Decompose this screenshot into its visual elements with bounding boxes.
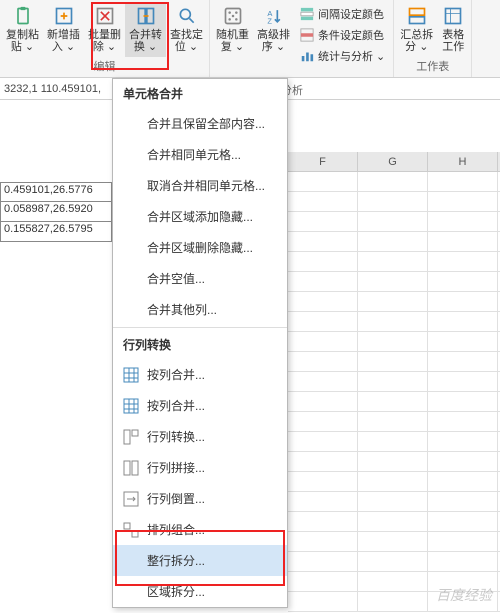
menu-item-merge-add-hidden[interactable]: 合并区域添加隐藏... bbox=[113, 201, 287, 232]
sheet-tools-button[interactable]: 表格工作 bbox=[437, 2, 469, 57]
find-locate-button[interactable]: 查找定位 ⌄ bbox=[166, 2, 207, 57]
button-label: 查找定位 ⌄ bbox=[170, 29, 203, 53]
button-label: 随机重复 ⌄ bbox=[216, 29, 249, 53]
data-cell[interactable]: 0.459101,26.5776 bbox=[0, 182, 112, 202]
menu-item-row-split[interactable]: 整行拆分... bbox=[113, 545, 287, 576]
sort-icon: AZ bbox=[263, 5, 285, 27]
menu-item-rowcol-convert[interactable]: 行列转换... bbox=[113, 421, 287, 452]
delete-button[interactable]: 批量删除 ⌄ bbox=[84, 2, 125, 57]
menu-item-label: 合并其他列... bbox=[147, 301, 217, 318]
button-label: 高级排序 ⌄ bbox=[257, 29, 290, 53]
menu-item-label: 合并且保留全部内容... bbox=[147, 115, 265, 132]
condition-color-button[interactable]: 条件设定颜色 bbox=[296, 25, 389, 45]
delete-icon bbox=[94, 5, 116, 27]
menu-item-label: 取消合并相同单元格... bbox=[147, 177, 265, 194]
grid-color-icon bbox=[300, 7, 314, 21]
menu-item-label: 区域拆分... bbox=[147, 583, 205, 600]
button-label: 汇总拆分 ⌄ bbox=[400, 29, 433, 53]
menu-item-area-split[interactable]: 区域拆分... bbox=[113, 576, 287, 607]
merge-icon bbox=[135, 5, 157, 27]
table-icon bbox=[123, 367, 139, 383]
merge-convert-button[interactable]: 合并转换 ⌄ bbox=[125, 2, 166, 57]
column-headers: F G H bbox=[288, 152, 500, 172]
stats-analysis-button[interactable]: 统计与分析 ⌄ bbox=[296, 46, 389, 66]
table-icon bbox=[123, 398, 139, 414]
menu-item-merge-other-col[interactable]: 合并其他列... bbox=[113, 294, 287, 325]
clipboard-icon bbox=[12, 5, 34, 27]
search-icon bbox=[176, 5, 198, 27]
insert-button[interactable]: 新增插入 ⌄ bbox=[43, 2, 84, 57]
stats-icon bbox=[300, 49, 314, 63]
col-header-h[interactable]: H bbox=[428, 152, 498, 171]
ribbon-group-data: 随机重复 ⌄ AZ 高级排序 ⌄ 间隔设定颜色 条件设定颜色 统计与分析 ⌄ bbox=[210, 0, 394, 77]
sheet-icon bbox=[442, 5, 464, 27]
transpose-icon bbox=[123, 429, 139, 445]
data-cells: 0.459101,26.5776 0.058987,26.5920 0.1558… bbox=[0, 182, 112, 242]
menu-item-label: 按列合并... bbox=[147, 397, 205, 414]
ribbon-group-edit: 复制粘贴 ⌄ 新增插入 ⌄ 批量删除 ⌄ 合并转换 ⌄ 查找定位 ⌄ 编辑 bbox=[0, 0, 210, 77]
mini-label: 间隔设定颜色 bbox=[318, 6, 384, 22]
menu-divider bbox=[113, 327, 287, 328]
group-label-tools: 工作表 bbox=[396, 57, 469, 75]
split-icon bbox=[406, 5, 428, 27]
insert-icon bbox=[53, 5, 75, 27]
ribbon-toolbar: 复制粘贴 ⌄ 新增插入 ⌄ 批量删除 ⌄ 合并转换 ⌄ 查找定位 ⌄ 编辑 bbox=[0, 0, 500, 78]
menu-item-label: 整行拆分... bbox=[147, 552, 205, 569]
random-repeat-button[interactable]: 随机重复 ⌄ bbox=[212, 2, 253, 75]
formula-content: 3232,1 110.459101, bbox=[4, 83, 101, 95]
menu-item-merge-empty[interactable]: 合并空值... bbox=[113, 263, 287, 294]
menu-item-merge-same[interactable]: 合并相同单元格... bbox=[113, 139, 287, 170]
button-label: 表格工作 bbox=[442, 29, 464, 53]
button-label: 新增插入 ⌄ bbox=[47, 29, 80, 53]
button-label: 批量删除 ⌄ bbox=[88, 29, 121, 53]
menu-section-title: 单元格合并 bbox=[113, 79, 287, 108]
mini-label: 条件设定颜色 bbox=[318, 27, 384, 43]
menu-item-merge-keep-all[interactable]: 合并且保留全部内容... bbox=[113, 108, 287, 139]
concat-icon bbox=[123, 460, 139, 476]
watermark: 百度经验 bbox=[436, 585, 492, 605]
random-icon bbox=[222, 5, 244, 27]
menu-item-label: 行列倒置... bbox=[147, 490, 205, 507]
button-label: 合并转换 ⌄ bbox=[129, 29, 162, 53]
mini-label: 统计与分析 ⌄ bbox=[318, 48, 385, 64]
menu-section-title: 行列转换 bbox=[113, 330, 287, 359]
merge-convert-menu: 单元格合并 合并且保留全部内容... 合并相同单元格... 取消合并相同单元格.… bbox=[112, 78, 288, 608]
menu-item-label: 合并相同单元格... bbox=[147, 146, 241, 163]
advanced-sort-button[interactable]: AZ 高级排序 ⌄ bbox=[253, 2, 294, 75]
col-header-g[interactable]: G bbox=[358, 152, 428, 171]
condition-icon bbox=[300, 28, 314, 42]
button-label: 复制粘贴 ⌄ bbox=[6, 29, 39, 53]
interval-color-button[interactable]: 间隔设定颜色 bbox=[296, 4, 389, 24]
menu-item-merge-del-hidden[interactable]: 合并区域删除隐藏... bbox=[113, 232, 287, 263]
menu-item-merge-by-col-1[interactable]: 按列合并... bbox=[113, 359, 287, 390]
data-cell[interactable]: 0.058987,26.5920 bbox=[0, 202, 112, 222]
col-header-f[interactable]: F bbox=[288, 152, 358, 171]
menu-item-label: 合并空值... bbox=[147, 270, 205, 287]
data-cell[interactable]: 0.155827,26.5795 bbox=[0, 222, 112, 242]
menu-item-label: 按列合并... bbox=[147, 366, 205, 383]
summary-split-button[interactable]: 汇总拆分 ⌄ bbox=[396, 2, 437, 57]
menu-item-label: 合并区域添加隐藏... bbox=[147, 208, 253, 225]
menu-item-merge-by-col-2[interactable]: 按列合并... bbox=[113, 390, 287, 421]
menu-item-label: 行列拼接... bbox=[147, 459, 205, 476]
menu-item-rowcol-reverse[interactable]: 行列倒置... bbox=[113, 483, 287, 514]
menu-item-label: 行列转换... bbox=[147, 428, 205, 445]
menu-item-label: 排列组合... bbox=[147, 521, 205, 538]
reverse-icon bbox=[123, 491, 139, 507]
ribbon-group-tools: 汇总拆分 ⌄ 表格工作 工作表 bbox=[394, 0, 472, 77]
copy-paste-button[interactable]: 复制粘贴 ⌄ bbox=[2, 2, 43, 57]
menu-item-label: 合并区域删除隐藏... bbox=[147, 239, 253, 256]
permute-icon bbox=[123, 522, 139, 538]
menu-item-permutation[interactable]: 排列组合... bbox=[113, 514, 287, 545]
group-label-edit: 编辑 bbox=[2, 57, 207, 75]
empty-grid[interactable] bbox=[288, 172, 500, 613]
menu-item-rowcol-concat[interactable]: 行列拼接... bbox=[113, 452, 287, 483]
menu-item-unmerge-same[interactable]: 取消合并相同单元格... bbox=[113, 170, 287, 201]
svg-text:Z: Z bbox=[267, 17, 272, 26]
